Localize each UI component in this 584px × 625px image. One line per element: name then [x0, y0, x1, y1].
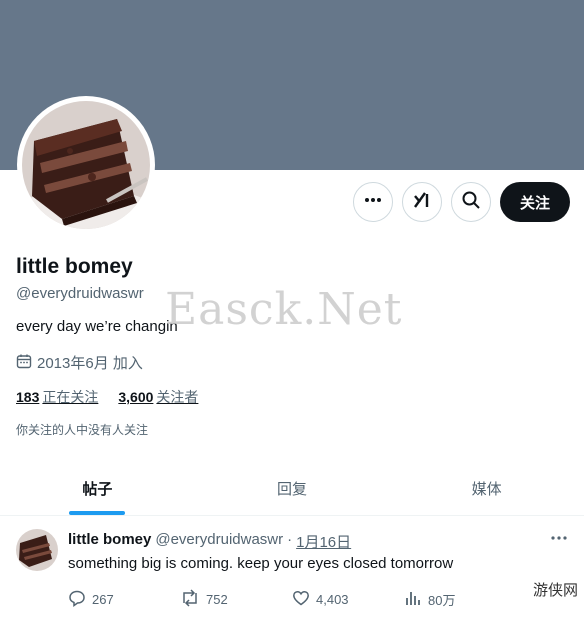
followers-link[interactable]: 3,600 关注者: [118, 387, 198, 407]
calendar-icon: [16, 353, 32, 373]
tweet-header: little bomey @everydruidwaswr · 1月16日: [68, 531, 351, 552]
tweet-more-button[interactable]: [550, 529, 568, 552]
reply-button[interactable]: 267: [68, 589, 180, 610]
like-button[interactable]: 4,403: [292, 589, 404, 610]
tab-replies[interactable]: 回复: [195, 462, 390, 515]
search-button[interactable]: [451, 182, 491, 222]
views-icon: [404, 589, 422, 610]
grok-icon: [412, 190, 432, 215]
profile-avatar[interactable]: [17, 96, 155, 234]
grok-button[interactable]: [402, 182, 442, 222]
corner-watermark: 游侠网: [532, 581, 578, 599]
search-icon: [461, 190, 481, 215]
more-icon: [550, 534, 568, 551]
tab-posts[interactable]: 帖子: [0, 462, 195, 515]
tweet-author-name[interactable]: little bomey: [68, 531, 151, 552]
tab-media[interactable]: 媒体: [389, 462, 584, 515]
tweet-separator: ·: [287, 531, 293, 548]
join-date: 2013年6月 加入: [16, 352, 143, 373]
repost-count: 752: [206, 592, 228, 607]
follow-stats: 183 正在关注 3,600 关注者: [16, 387, 198, 407]
display-name: little bomey: [16, 255, 133, 278]
profile-tabs: 帖子 回复 媒体: [0, 462, 584, 516]
join-date-text: 2013年6月 加入: [37, 355, 143, 372]
tweet-avatar[interactable]: [16, 529, 58, 571]
more-icon: [364, 191, 382, 214]
tweet-author-handle[interactable]: @everydruidwaswr: [155, 531, 283, 552]
heart-icon: [292, 589, 310, 610]
repost-icon: [180, 589, 200, 610]
reply-count: 267: [92, 592, 114, 607]
more-button[interactable]: [353, 182, 393, 222]
repost-button[interactable]: 752: [180, 589, 292, 610]
mutual-followers-note: 你关注的人中没有人关注: [16, 423, 149, 437]
followers-label: 关注者: [156, 389, 199, 405]
profile-actions: 关注: [353, 182, 570, 222]
following-link[interactable]: 183 正在关注: [16, 387, 98, 407]
like-count: 4,403: [316, 592, 349, 607]
profile-bio: every day we’re changin: [16, 318, 178, 335]
views-count: 80万: [428, 593, 456, 608]
follow-button[interactable]: 关注: [500, 182, 570, 222]
tweet-text: something big is coming. keep your eyes …: [68, 555, 454, 572]
tweet-date[interactable]: 1月16日: [296, 531, 351, 552]
following-label: 正在关注: [42, 389, 99, 405]
tweet[interactable]: little bomey @everydruidwaswr · 1月16日 so…: [0, 517, 584, 625]
views-button[interactable]: 80万: [404, 589, 516, 610]
user-handle: @everydruidwaswr: [16, 285, 144, 302]
followers-count: 3,600: [118, 389, 154, 405]
reply-icon: [68, 589, 86, 610]
watermark: Easck.Net: [165, 284, 403, 335]
tweet-actions: 267 752 4,403 80万: [68, 589, 568, 610]
following-count: 183: [16, 389, 40, 405]
